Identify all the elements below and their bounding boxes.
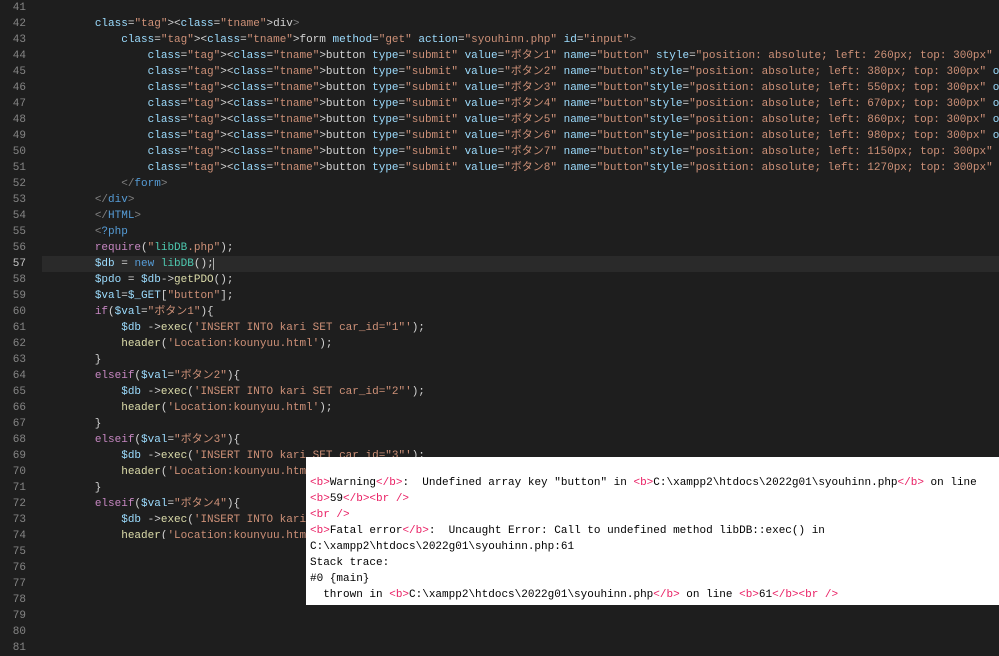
line-number: 50 xyxy=(8,144,26,160)
err-file: C:\xampp2\htdocs\2022g01\syouhinn.php xyxy=(409,589,653,601)
line-number: 44 xyxy=(8,48,26,64)
line-number-gutter: 4142434445464748495051525354555657585960… xyxy=(0,0,40,539)
err-stack: Stack trace: xyxy=(310,557,389,569)
line-number: 63 xyxy=(8,352,26,368)
code-line[interactable]: } xyxy=(42,416,999,432)
code-line[interactable]: elseif($val="ボタン3"){ xyxy=(42,432,999,448)
code-line[interactable]: $val=$_GET["button"]; xyxy=(42,288,999,304)
code-line[interactable]: require("libDB.php"); xyxy=(42,240,999,256)
code-line[interactable]: class="tag"><class="tname">button type="… xyxy=(42,80,999,96)
line-number: 64 xyxy=(8,368,26,384)
err-text: : Undefined array key "button" in xyxy=(402,477,633,489)
line-number: 54 xyxy=(8,208,26,224)
code-line[interactable]: </form> xyxy=(42,176,999,192)
code-line[interactable]: <?php xyxy=(42,224,999,240)
code-line[interactable]: class="tag"><class="tname">button type="… xyxy=(42,96,999,112)
line-number: 45 xyxy=(8,64,26,80)
code-line[interactable]: elseif($val="ボタン2"){ xyxy=(42,368,999,384)
line-number: 74 xyxy=(8,528,26,544)
err-line: 59 xyxy=(330,493,343,505)
tag-b-close: </b> xyxy=(653,589,679,601)
err-text: on line xyxy=(924,477,983,489)
code-line[interactable]: class="tag"><class="tname">button type="… xyxy=(42,144,999,160)
line-number: 49 xyxy=(8,128,26,144)
code-line[interactable]: if($val="ボタン1"){ xyxy=(42,304,999,320)
line-number: 57 xyxy=(8,256,26,272)
line-number: 66 xyxy=(8,400,26,416)
line-number: 73 xyxy=(8,512,26,528)
line-number: 81 xyxy=(8,640,26,656)
php-error-overlay: <b>Warning</b>: Undefined array key "but… xyxy=(306,457,999,605)
code-line[interactable]: $db = new libDB(); xyxy=(42,256,999,272)
err-fatal: Fatal error xyxy=(330,525,403,537)
line-number: 67 xyxy=(8,416,26,432)
code-line[interactable]: header('Location:kounyuu.html'); xyxy=(42,400,999,416)
code-line[interactable]: header('Location:kounyuu.html'); xyxy=(42,336,999,352)
code-line[interactable]: class="tag"><class="tname">button type="… xyxy=(42,48,999,64)
tag-b-open: <b> xyxy=(633,477,653,489)
line-number: 61 xyxy=(8,320,26,336)
tag-b-open: <b> xyxy=(739,589,759,601)
code-line[interactable]: class="tag"><class="tname">div> xyxy=(42,16,999,32)
err-text: on line xyxy=(680,589,739,601)
code-line[interactable]: </div> xyxy=(42,192,999,208)
code-line[interactable]: class="tag"><class="tname">button type="… xyxy=(42,112,999,128)
line-number: 80 xyxy=(8,624,26,640)
line-number: 48 xyxy=(8,112,26,128)
code-line[interactable]: class="tag"><class="tname">button type="… xyxy=(42,128,999,144)
line-number: 55 xyxy=(8,224,26,240)
line-number: 72 xyxy=(8,496,26,512)
tag-b-open: <b> xyxy=(310,477,330,489)
line-number: 77 xyxy=(8,576,26,592)
line-number: 52 xyxy=(8,176,26,192)
line-number: 76 xyxy=(8,560,26,576)
code-line[interactable]: $db ->exec('INSERT INTO kari SET car_id=… xyxy=(42,320,999,336)
tag-b-close: </b><br /> xyxy=(343,493,409,505)
code-line[interactable]: $pdo = $db->getPDO(); xyxy=(42,272,999,288)
line-number: 43 xyxy=(8,32,26,48)
line-number: 70 xyxy=(8,464,26,480)
tag-b-close: </b><br /> xyxy=(772,589,838,601)
err-main: #0 {main} xyxy=(310,573,369,585)
line-number: 47 xyxy=(8,96,26,112)
err-file: C:\xampp2\htdocs\2022g01\syouhinn.php xyxy=(653,477,897,489)
tag-b-close: </b> xyxy=(898,477,924,489)
line-number: 53 xyxy=(8,192,26,208)
line-number: 42 xyxy=(8,16,26,32)
line-number: 59 xyxy=(8,288,26,304)
code-line[interactable]: class="tag"><class="tname">button type="… xyxy=(42,160,999,176)
tag-b-close: </b> xyxy=(376,477,402,489)
code-line[interactable]: </HTML> xyxy=(42,208,999,224)
line-number: 56 xyxy=(8,240,26,256)
tag-b-open: <b> xyxy=(310,525,330,537)
err-warning: Warning xyxy=(330,477,376,489)
tag-b-open: <b> xyxy=(389,589,409,601)
line-number: 62 xyxy=(8,336,26,352)
line-number: 46 xyxy=(8,80,26,96)
code-line[interactable] xyxy=(42,0,999,16)
line-number: 65 xyxy=(8,384,26,400)
line-number: 58 xyxy=(8,272,26,288)
line-number: 78 xyxy=(8,592,26,608)
tag-b-close: </b> xyxy=(402,525,428,537)
tag-br: <br /> xyxy=(310,509,350,521)
code-line[interactable]: class="tag"><class="tname">form method="… xyxy=(42,32,999,48)
err-line: 61 xyxy=(759,589,772,601)
tag-b-open: <b> xyxy=(310,493,330,505)
line-number: 75 xyxy=(8,544,26,560)
line-number: 79 xyxy=(8,608,26,624)
code-line[interactable]: $db ->exec('INSERT INTO kari SET car_id=… xyxy=(42,384,999,400)
code-line[interactable]: } xyxy=(42,352,999,368)
err-thrown: thrown in xyxy=(310,589,389,601)
line-number: 51 xyxy=(8,160,26,176)
line-number: 60 xyxy=(8,304,26,320)
code-line[interactable]: class="tag"><class="tname">button type="… xyxy=(42,64,999,80)
line-number: 41 xyxy=(8,0,26,16)
line-number: 69 xyxy=(8,448,26,464)
line-number: 68 xyxy=(8,432,26,448)
line-number: 71 xyxy=(8,480,26,496)
